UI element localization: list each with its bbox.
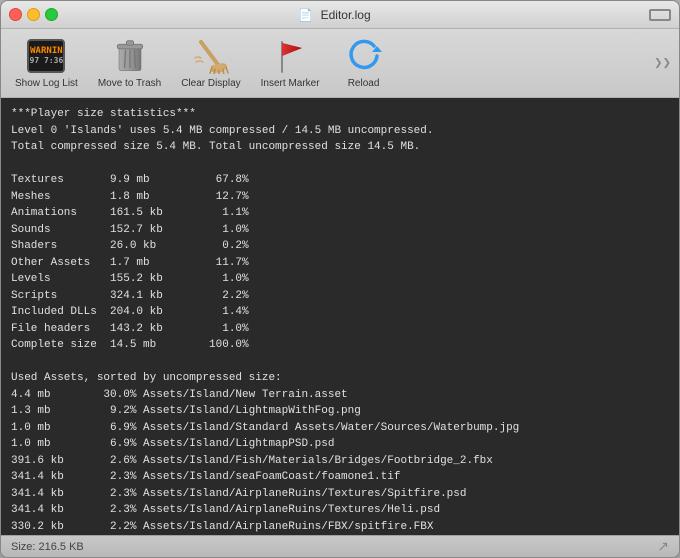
window-title: 📄 Editor.log (58, 8, 611, 22)
reload-button[interactable]: Reload (334, 33, 394, 93)
log-text[interactable]: ***Player size statistics*** Level 0 'Is… (1, 98, 679, 535)
show-log-list-label: Show Log List (15, 78, 78, 89)
insert-marker-button[interactable]: Insert Marker (255, 33, 326, 93)
close-button[interactable] (9, 8, 22, 21)
warning-badge: WARNIN 97 7:36 (27, 39, 65, 73)
clear-display-label: Clear Display (181, 78, 240, 89)
status-bar: Size: 216.5 KB ↗ (1, 535, 679, 557)
status-size: Size: 216.5 KB (11, 541, 84, 553)
reload-label: Reload (348, 78, 380, 89)
show-log-list-button[interactable]: WARNIN 97 7:36 Show Log List (9, 33, 84, 93)
trash-icon (111, 37, 149, 75)
clear-display-button[interactable]: Clear Display (175, 33, 246, 93)
show-log-list-icon: WARNIN 97 7:36 (27, 37, 65, 75)
title-bar-right (611, 9, 671, 21)
toolbar-overflow[interactable]: ❯❯ (654, 55, 671, 72)
content-area: ***Player size statistics*** Level 0 'Is… (1, 98, 679, 535)
resize-grip-icon[interactable]: ↗ (657, 538, 669, 555)
move-to-trash-button[interactable]: Move to Trash (92, 33, 167, 93)
window: 📄 Editor.log WARNIN 97 7:36 Show Log Lis… (0, 0, 680, 558)
marker-icon (271, 37, 309, 75)
minimize-button[interactable] (27, 8, 40, 21)
title-bar: 📄 Editor.log (1, 1, 679, 29)
toolbar: WARNIN 97 7:36 Show Log List (1, 29, 679, 98)
overflow-chevron-icon: ❯❯ (654, 55, 671, 72)
document-icon: 📄 (298, 8, 313, 22)
insert-marker-label: Insert Marker (261, 78, 320, 89)
maximize-button[interactable] (45, 8, 58, 21)
move-to-trash-label: Move to Trash (98, 78, 161, 89)
reload-icon (345, 37, 383, 75)
zoom-widget[interactable] (649, 9, 671, 21)
traffic-lights (9, 8, 58, 21)
broom-icon (192, 37, 230, 75)
